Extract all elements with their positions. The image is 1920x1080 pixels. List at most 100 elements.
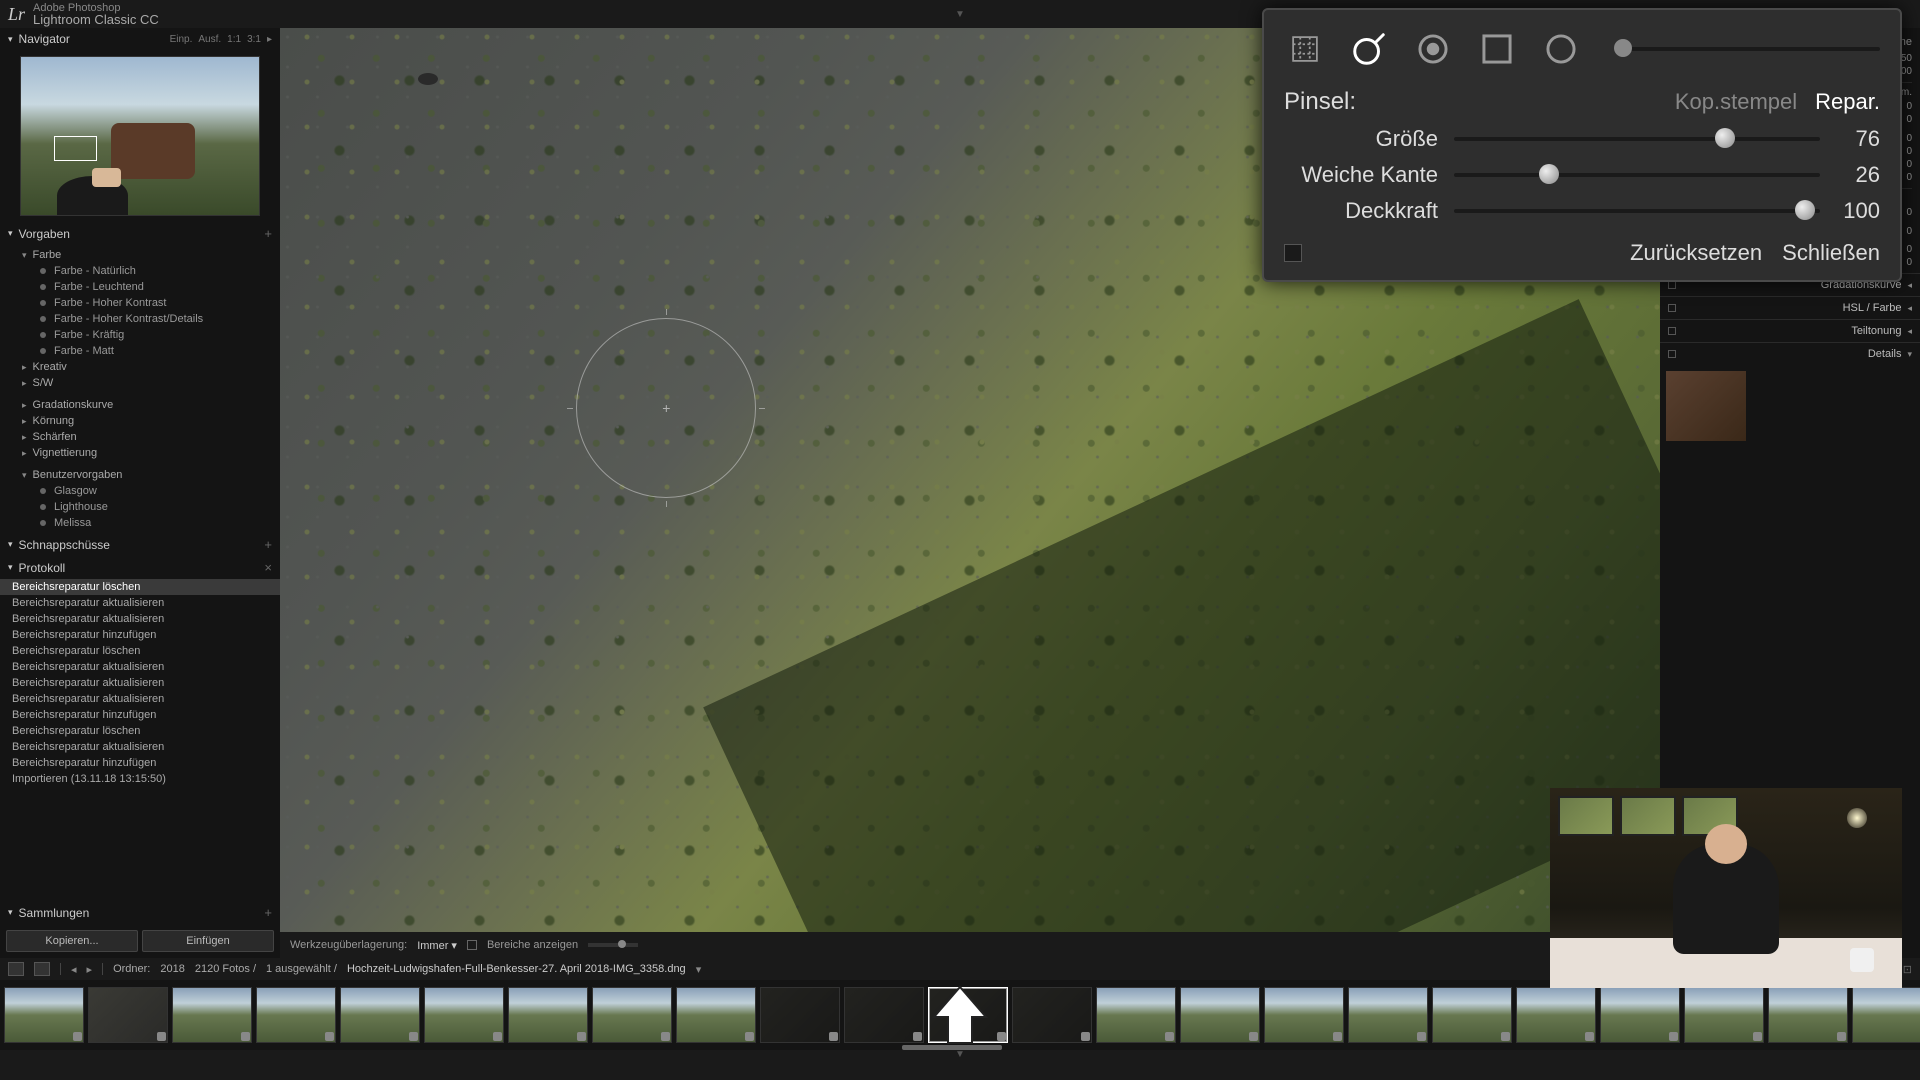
preset-group[interactable]: Farbe <box>0 247 280 263</box>
preset-item[interactable]: Lighthouse <box>0 499 280 515</box>
detail-header[interactable]: Details▾ <box>1660 342 1920 365</box>
film-thumb[interactable] <box>844 987 924 1043</box>
history-item[interactable]: Bereichsreparatur aktualisieren <box>0 675 280 691</box>
adjustment-brush-slider[interactable] <box>1614 47 1880 51</box>
nav-zoom-11[interactable]: 1:1 <box>227 34 241 45</box>
history-item[interactable]: Bereichsreparatur hinzufügen <box>0 755 280 771</box>
feather-value[interactable]: 26 <box>1820 162 1880 188</box>
folder-value[interactable]: 2018 <box>160 963 184 975</box>
chevron-icon[interactable]: ▸ <box>267 34 272 45</box>
film-thumb[interactable] <box>592 987 672 1043</box>
film-thumb[interactable] <box>1012 987 1092 1043</box>
copy-button[interactable]: Kopieren... <box>6 930 138 952</box>
detail-preview[interactable] <box>1666 371 1746 441</box>
history-item[interactable]: Bereichsreparatur aktualisieren <box>0 739 280 755</box>
nav-zoom-31[interactable]: 3:1 <box>247 34 261 45</box>
nav-zoom-fill[interactable]: Ausf. <box>198 34 221 45</box>
film-thumb[interactable] <box>1600 987 1680 1043</box>
preset-group[interactable]: Körnung <box>0 413 280 429</box>
reset-button[interactable]: Zurücksetzen <box>1630 240 1762 266</box>
film-thumb[interactable] <box>424 987 504 1043</box>
film-thumb[interactable] <box>1264 987 1344 1043</box>
presets-header[interactable]: ▾ Vorgaben + <box>0 222 280 245</box>
history-item[interactable]: Bereichsreparatur hinzufügen <box>0 627 280 643</box>
film-thumb[interactable] <box>508 987 588 1043</box>
opacity-value[interactable]: 100 <box>1820 198 1880 224</box>
history-item[interactable]: Bereichsreparatur aktualisieren <box>0 595 280 611</box>
history-item[interactable]: Bereichsreparatur löschen <box>0 579 280 595</box>
preset-item[interactable]: Farbe - Hoher Kontrast <box>0 295 280 311</box>
add-icon[interactable]: + <box>264 905 272 920</box>
film-thumb[interactable] <box>1432 987 1512 1043</box>
preset-item[interactable]: Farbe - Kräftig <box>0 327 280 343</box>
add-icon[interactable]: + <box>264 537 272 552</box>
opacity-slider[interactable] <box>1454 209 1820 213</box>
redeye-tool-icon[interactable] <box>1412 28 1454 70</box>
close-button[interactable]: Schließen <box>1782 240 1880 266</box>
second-monitor-icon[interactable] <box>34 962 50 976</box>
film-thumb[interactable] <box>1180 987 1260 1043</box>
show-areas-checkbox[interactable] <box>467 940 477 950</box>
split-tone-header[interactable]: Teiltonung◂ <box>1660 319 1920 342</box>
history-item[interactable]: Bereichsreparatur aktualisieren <box>0 611 280 627</box>
film-thumb[interactable] <box>256 987 336 1043</box>
hsl-header[interactable]: HSL / Farbe◂ <box>1660 296 1920 319</box>
clone-mode-button[interactable]: Kop.stempel <box>1675 89 1797 115</box>
preset-item[interactable]: Farbe - Hoher Kontrast/Details <box>0 311 280 327</box>
film-thumb[interactable] <box>1516 987 1596 1043</box>
chevron-down-icon[interactable]: ▼ <box>955 9 965 20</box>
spot-removal-tool-icon[interactable] <box>1348 28 1390 70</box>
collections-header[interactable]: ▾ Sammlungen + <box>0 901 280 924</box>
graduated-filter-icon[interactable] <box>1476 28 1518 70</box>
preset-item[interactable]: Melissa <box>0 515 280 531</box>
filmstrip[interactable] <box>0 980 1920 1050</box>
chevron-down-icon[interactable]: ▼ <box>0 1050 1920 1060</box>
radial-filter-icon[interactable] <box>1540 28 1582 70</box>
film-thumb[interactable] <box>340 987 420 1043</box>
film-thumb[interactable] <box>4 987 84 1043</box>
back-icon[interactable]: ◂ <box>71 963 77 976</box>
preset-group[interactable]: S/W <box>0 375 280 391</box>
heal-mode-button[interactable]: Repar. <box>1815 89 1880 115</box>
film-thumb[interactable] <box>1684 987 1764 1043</box>
add-icon[interactable]: + <box>264 226 272 241</box>
panel-toggle-checkbox[interactable] <box>1284 244 1302 262</box>
history-header[interactable]: ▾ Protokoll × <box>0 556 280 579</box>
film-thumb[interactable] <box>1096 987 1176 1043</box>
snapshots-header[interactable]: ▾ Schnappschüsse + <box>0 533 280 556</box>
preset-group[interactable]: Vignettierung <box>0 445 280 461</box>
size-value[interactable]: 76 <box>1820 126 1880 152</box>
preset-group[interactable]: Schärfen <box>0 429 280 445</box>
preset-group[interactable]: Gradationskurve <box>0 397 280 413</box>
crop-tool-icon[interactable] <box>1284 28 1326 70</box>
nav-zoom-fit[interactable]: Einp. <box>170 34 193 45</box>
film-thumb[interactable] <box>1852 987 1920 1043</box>
film-thumb[interactable] <box>172 987 252 1043</box>
chevron-down-icon[interactable]: ▾ <box>696 963 702 976</box>
navigator-header[interactable]: ▾ Navigator Einp. Ausf. 1:1 3:1 ▸ <box>0 28 280 50</box>
feather-slider[interactable] <box>1454 173 1820 177</box>
film-thumb[interactable] <box>760 987 840 1043</box>
history-item[interactable]: Bereichsreparatur aktualisieren <box>0 691 280 707</box>
film-thumb[interactable] <box>1768 987 1848 1043</box>
paste-button[interactable]: Einfügen <box>142 930 274 952</box>
preset-item[interactable]: Glasgow <box>0 483 280 499</box>
preset-group[interactable]: Benutzervorgaben <box>0 467 280 483</box>
size-slider[interactable] <box>1454 137 1820 141</box>
film-thumb[interactable] <box>88 987 168 1043</box>
history-item[interactable]: Bereichsreparatur löschen <box>0 723 280 739</box>
history-item[interactable]: Bereichsreparatur aktualisieren <box>0 659 280 675</box>
film-thumb[interactable] <box>1348 987 1428 1043</box>
grid-view-icon[interactable] <box>8 962 24 976</box>
navigator-preview[interactable] <box>20 56 260 216</box>
overlay-dropdown[interactable]: Immer ▾ <box>417 939 457 952</box>
preset-item[interactable]: Farbe - Natürlich <box>0 263 280 279</box>
history-item[interactable]: Bereichsreparatur löschen <box>0 643 280 659</box>
film-thumb[interactable] <box>676 987 756 1043</box>
opacity-mini-slider[interactable] <box>588 943 638 947</box>
preset-group[interactable]: Kreativ <box>0 359 280 375</box>
clear-icon[interactable]: × <box>264 560 272 575</box>
preset-item[interactable]: Farbe - Matt <box>0 343 280 359</box>
filter-lock-icon[interactable]: ⊡ <box>1903 963 1912 976</box>
forward-icon[interactable]: ▸ <box>87 963 93 976</box>
